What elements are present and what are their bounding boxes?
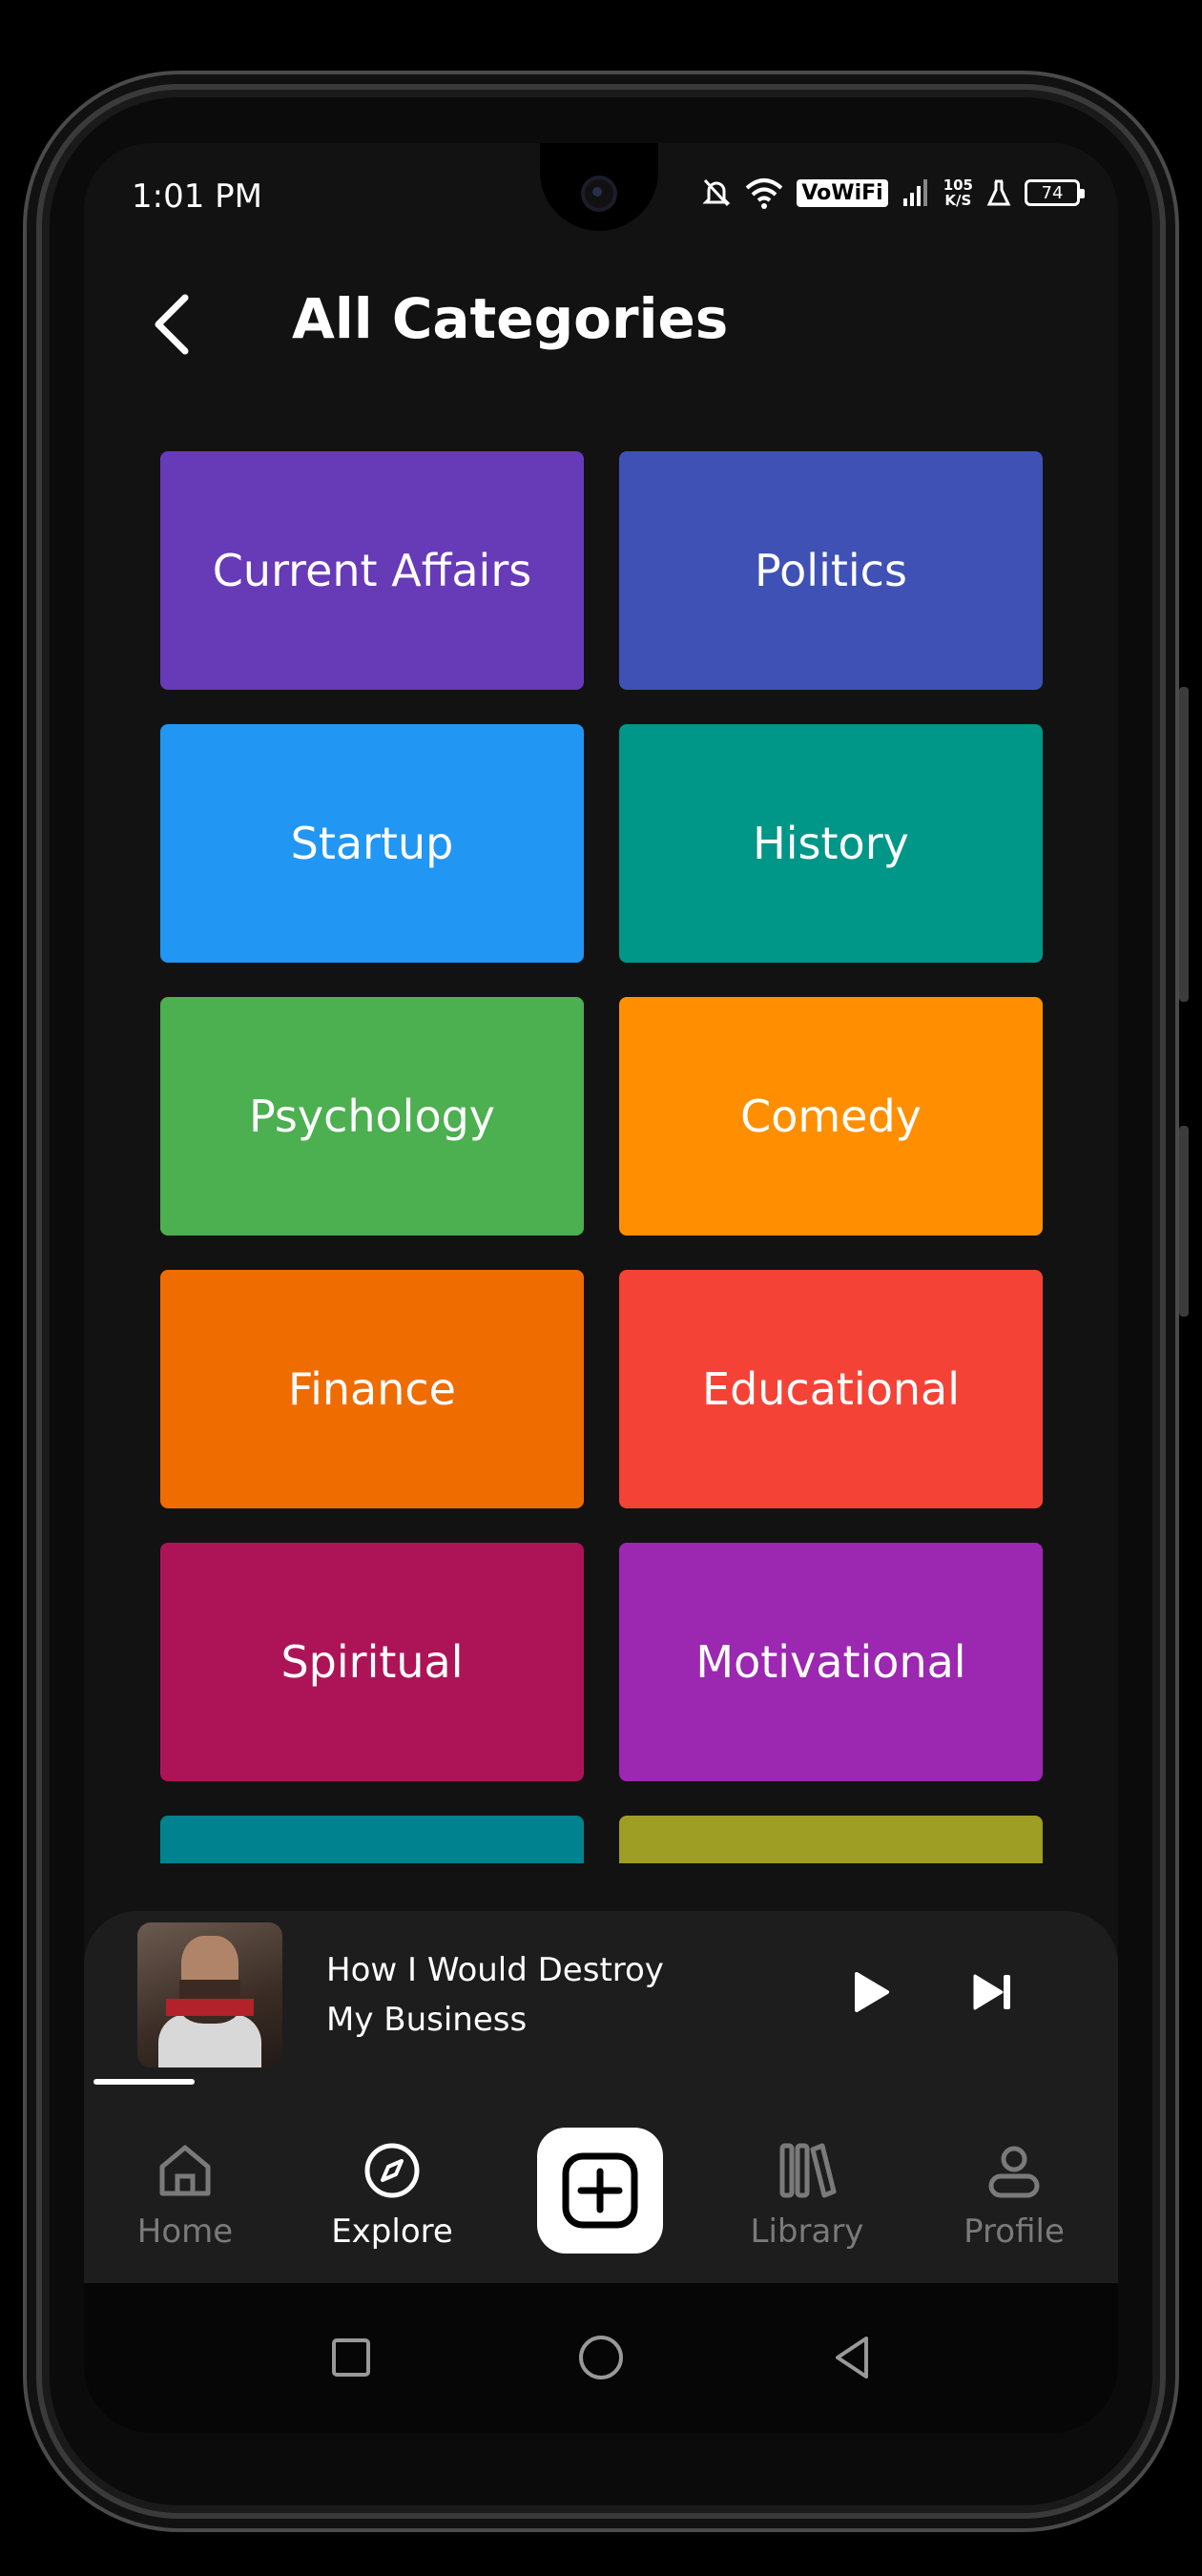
front-camera-icon [585, 179, 613, 208]
page-title: All Categories [292, 286, 729, 351]
mini-player[interactable]: How I Would Destroy My Business [84, 1911, 1118, 2102]
episode-title-line1: How I Would Destroy [326, 1951, 664, 1989]
category-tile[interactable] [160, 1816, 584, 1863]
playback-progress [93, 2079, 195, 2085]
thumbnail-caption-bar [166, 1999, 254, 2016]
category-tile[interactable]: Motivational [619, 1543, 1043, 1781]
nav-library-label: Library [750, 2212, 864, 2251]
episode-title: How I Would Destroy My Business [326, 1945, 664, 2045]
skip-next-icon [973, 1974, 1010, 2010]
play-icon [855, 1972, 889, 2012]
category-label: Startup [290, 818, 454, 869]
category-tile[interactable]: History [619, 724, 1043, 963]
episode-thumbnail [137, 1922, 282, 2067]
bell-off-icon [702, 178, 731, 207]
vowifi-badge: VoWiFi [797, 178, 888, 207]
home-icon [159, 2145, 211, 2196]
recents-icon[interactable] [322, 2329, 380, 2386]
category-label: Psychology [248, 1091, 496, 1142]
category-grid: Current Affairs Politics Startup History Psy… [160, 451, 1043, 1863]
category-label: History [753, 818, 909, 869]
category-tile[interactable]: Spiritual [160, 1543, 584, 1781]
nav-profile-label: Profile [964, 2212, 1065, 2251]
back-button[interactable] [143, 284, 200, 364]
add-square-icon [562, 2152, 638, 2229]
home-circle-icon[interactable] [572, 2329, 630, 2386]
category-tile[interactable]: Finance [160, 1270, 584, 1508]
system-nav-bar [84, 2283, 1118, 2433]
category-tile[interactable]: Psychology [160, 997, 584, 1236]
nav-home-label: Home [136, 2212, 234, 2251]
category-tile[interactable]: Politics [619, 451, 1043, 690]
bottom-nav: Home Explore Library Profile [84, 2102, 1118, 2283]
network-speed: 105 K/S [943, 177, 973, 208]
category-tile[interactable]: Educational [619, 1270, 1043, 1508]
back-triangle-icon[interactable] [824, 2329, 881, 2386]
wifi-icon [746, 178, 783, 209]
category-label: Spiritual [280, 1636, 464, 1688]
nav-profile[interactable]: Profile [933, 2140, 1095, 2251]
library-icon [779, 2143, 837, 2198]
phone-side-button [1179, 1126, 1189, 1317]
category-tile[interactable] [619, 1816, 1043, 1863]
category-tile[interactable]: Current Affairs [160, 451, 584, 690]
category-label: Finance [288, 1363, 456, 1415]
flask-icon [986, 179, 1011, 206]
signal-icon [902, 179, 927, 206]
category-tile[interactable]: Comedy [619, 997, 1043, 1236]
nav-library[interactable]: Library [726, 2140, 888, 2251]
compass-icon [364, 2143, 420, 2198]
battery-level: 74 [1041, 182, 1064, 203]
user-icon [988, 2146, 1040, 2198]
nav-explore[interactable]: Explore [311, 2140, 473, 2251]
category-tile[interactable]: Startup [160, 724, 584, 963]
category-label: Comedy [740, 1091, 922, 1142]
episode-title-line2: My Business [326, 2001, 528, 2039]
nav-explore-label: Explore [331, 2212, 453, 2251]
category-label: Motivational [695, 1636, 966, 1688]
chevron-left-icon [155, 294, 189, 355]
speed-value: 105 [943, 177, 973, 194]
nav-home[interactable]: Home [104, 2140, 266, 2251]
status-icons: VoWiFi 105 K/S 74 [701, 172, 1085, 214]
phone-side-button [1179, 687, 1189, 1002]
category-label: Current Affairs [212, 545, 532, 596]
category-label: Politics [755, 545, 907, 596]
skip-next-button[interactable] [960, 1959, 1026, 2025]
category-label: Educational [702, 1363, 960, 1415]
status-time: 1:01 PM [132, 177, 262, 216]
battery-icon: 74 [1025, 179, 1085, 206]
speed-unit: K/S [944, 192, 972, 209]
app-screen: 1:01 PM VoWiFi 105 K/S 74 All Categories… [84, 143, 1118, 2433]
play-button[interactable] [836, 1959, 902, 2025]
create-button[interactable] [537, 2128, 663, 2254]
